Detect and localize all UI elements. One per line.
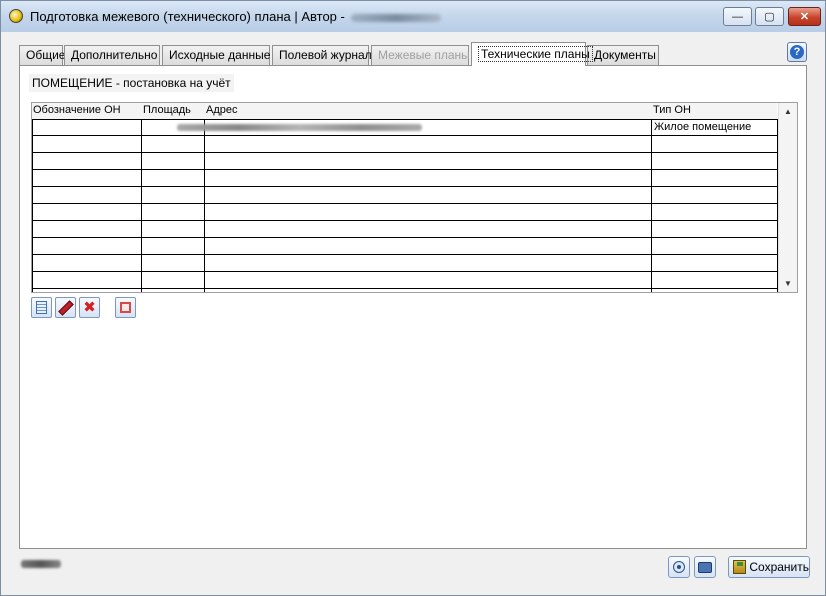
technical-plans-panel: ПОМЕЩЕНИЕ - постановка на учёт Обозначен… <box>19 65 807 549</box>
cell-type: Жилое помещение <box>654 121 752 133</box>
author-name-redacted <box>350 13 441 22</box>
main-window: Подготовка межевого (технического) плана… <box>0 0 826 596</box>
window-title-label: Подготовка межевого (технического) плана… <box>30 9 345 24</box>
app-icon <box>9 9 23 23</box>
address-redacted <box>177 124 422 131</box>
save-button[interactable]: Сохранить <box>728 556 810 578</box>
table-row[interactable] <box>32 136 777 153</box>
disk-button[interactable] <box>668 556 690 578</box>
tab-source-data-label: Исходные данные <box>169 48 271 62</box>
tab-general-label: Общие <box>26 48 66 62</box>
column-header-area[interactable]: Площадь <box>143 104 191 116</box>
table-row[interactable] <box>32 187 777 204</box>
client-area: Общие Дополнительно Исходные данные Поле… <box>7 34 821 590</box>
tab-field-journal-label: Полевой журнал <box>279 48 372 62</box>
print-button[interactable] <box>694 556 716 578</box>
save-button-label: Сохранить <box>749 560 809 574</box>
maximize-icon: ▢ <box>764 11 775 23</box>
table-row[interactable] <box>32 221 777 238</box>
grid-header: Обозначение ОН Площадь Адрес Тип ОН <box>32 103 777 120</box>
tab-technical-plans[interactable]: Технические планы <box>471 42 593 66</box>
tab-boundary-plans-label: Межевые планы <box>378 48 470 62</box>
stop-icon <box>120 302 131 313</box>
minimize-button[interactable]: — <box>723 7 752 26</box>
minimize-icon: — <box>732 10 743 23</box>
printer-icon <box>698 561 712 573</box>
grid-scrollbar[interactable]: ▲ ▼ <box>778 103 797 292</box>
section-title: ПОМЕЩЕНИЕ - постановка на учёт <box>29 74 234 92</box>
table-row[interactable] <box>32 170 777 187</box>
column-header-designation[interactable]: Обозначение ОН <box>33 104 121 116</box>
edit-record-button[interactable] <box>55 297 76 318</box>
maximize-button[interactable]: ▢ <box>755 7 784 26</box>
tab-field-journal[interactable]: Полевой журнал <box>272 45 372 65</box>
add-record-icon <box>36 301 47 314</box>
help-button[interactable]: ? <box>787 42 807 62</box>
objects-grid[interactable]: Обозначение ОН Площадь Адрес Тип ОН Жило… <box>31 102 798 293</box>
table-row[interactable] <box>32 255 777 272</box>
close-icon: ✕ <box>799 11 810 23</box>
tab-additional-label: Дополнительно <box>71 48 158 62</box>
save-icon <box>733 560 747 574</box>
window-title: Подготовка межевого (технического) плана… <box>30 9 441 24</box>
edit-record-icon <box>57 299 74 316</box>
add-record-button[interactable] <box>31 297 52 318</box>
delete-record-button[interactable]: ✖ <box>79 297 100 318</box>
close-button[interactable]: ✕ <box>788 7 821 26</box>
tab-documents-label: Документы <box>594 48 656 62</box>
disk-icon <box>673 561 685 573</box>
tab-documents[interactable]: Документы <box>587 45 659 65</box>
status-text-redacted <box>21 560 61 568</box>
tab-general[interactable]: Общие <box>19 45 66 65</box>
tab-additional[interactable]: Дополнительно <box>64 45 160 65</box>
help-icon: ? <box>790 45 804 59</box>
table-row[interactable] <box>32 153 777 170</box>
tab-source-data[interactable]: Исходные данные <box>162 45 270 65</box>
scroll-up-icon[interactable]: ▲ <box>784 107 792 116</box>
scroll-down-icon[interactable]: ▼ <box>784 279 792 288</box>
table-row[interactable] <box>32 272 777 289</box>
stop-button[interactable] <box>115 297 136 318</box>
table-row[interactable] <box>32 238 777 255</box>
table-row[interactable]: Жилое помещение <box>32 119 777 136</box>
tab-boundary-plans: Межевые планы <box>371 45 470 65</box>
table-row[interactable] <box>32 204 777 221</box>
tab-technical-plans-label: Технические планы <box>478 46 593 62</box>
column-header-type[interactable]: Тип ОН <box>653 104 691 116</box>
delete-record-icon: ✖ <box>83 298 96 316</box>
column-header-address[interactable]: Адрес <box>206 104 238 116</box>
title-bar[interactable]: Подготовка межевого (технического) плана… <box>1 1 825 32</box>
